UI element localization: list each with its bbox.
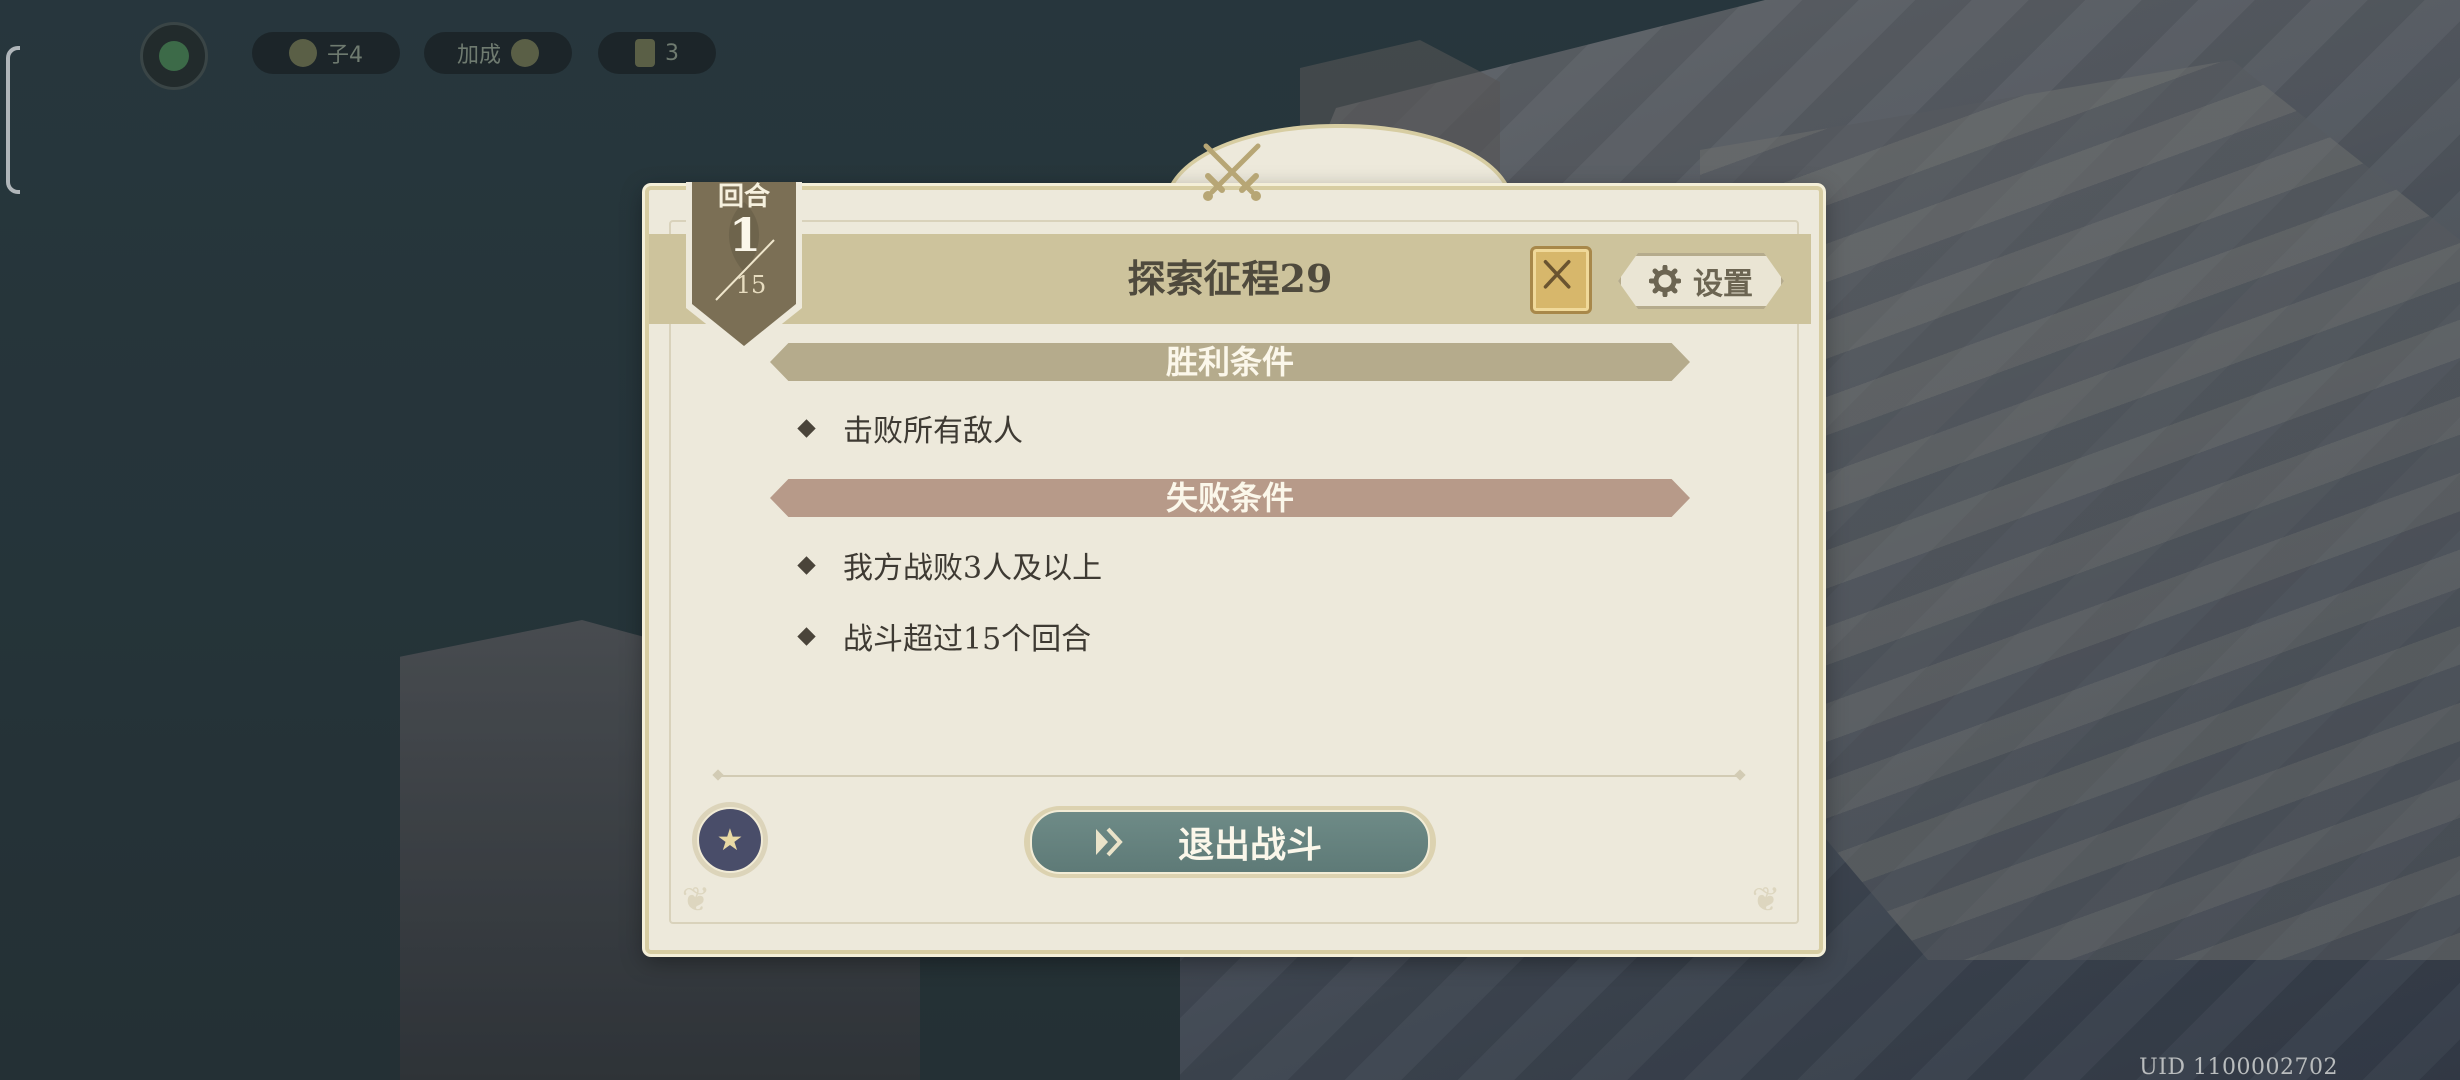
- crossed-swords-icon: [1203, 143, 1261, 201]
- bullet-diamond-icon: [797, 626, 816, 646]
- stage-title: 探索征程29: [1127, 256, 1333, 301]
- hud-pill-b-label: 加成: [456, 43, 501, 68]
- settings-button[interactable]: 设置: [1618, 253, 1784, 309]
- hud-pill-c[interactable]: 3: [598, 32, 716, 74]
- player-avatar[interactable]: [140, 22, 208, 90]
- corner-ornament: ❦: [681, 880, 711, 920]
- bonus-icon: [511, 39, 539, 67]
- uid-label: UID 1100002702: [2139, 1055, 2338, 1080]
- defeat-conditions-header: 失败条件: [770, 479, 1690, 517]
- double-chevron-right-icon: [1096, 827, 1123, 857]
- settings-label: 设置: [1693, 267, 1753, 302]
- hud-pill-b[interactable]: 加成: [424, 32, 572, 74]
- hud-pill-a[interactable]: 子4: [252, 32, 400, 74]
- dialog-divider: [720, 775, 1740, 777]
- victory-condition-item: 击败所有敌人: [797, 406, 1023, 450]
- hud-pill-a-label: 子4: [327, 43, 363, 68]
- round-max: 15: [735, 271, 767, 299]
- defeat-condition-text: 战斗超过15个回合: [843, 622, 1092, 657]
- defeat-condition-item: 战斗超过15个回合: [797, 614, 1092, 658]
- exit-battle-button-face: 退出战斗: [1030, 810, 1430, 874]
- defeat-condition-item: 我方战败3人及以上: [797, 543, 1103, 587]
- corner-ornament: ❦: [1751, 880, 1781, 920]
- summon-skill-button[interactable]: ★: [692, 802, 768, 878]
- exit-battle-label: 退出战斗: [1177, 824, 1322, 866]
- star-summon-icon: ★: [697, 807, 763, 873]
- battle-book-icon: [1543, 260, 1571, 289]
- defeat-condition-text: 我方战败3人及以上: [843, 551, 1103, 586]
- round-current: 1: [728, 208, 761, 262]
- game-screen: 子4 加成 3 探索征程29 设置 回合 1 15 胜利条件 击败所有敌人 失败…: [0, 0, 2460, 1080]
- battle-book-button[interactable]: [1530, 246, 1592, 314]
- victory-conditions-header: 胜利条件: [770, 343, 1690, 381]
- side-menu-handle[interactable]: [6, 46, 20, 194]
- gear-icon: [1649, 265, 1681, 297]
- hourglass-icon: [635, 39, 655, 67]
- coin-icon: [289, 39, 317, 67]
- victory-condition-text: 击败所有敌人: [843, 414, 1023, 449]
- bullet-diamond-icon: [797, 555, 816, 575]
- avatar-icon: [159, 41, 189, 71]
- hud-pill-c-value: 3: [665, 40, 679, 66]
- exit-battle-button[interactable]: 退出战斗: [1024, 806, 1436, 878]
- bullet-diamond-icon: [797, 418, 816, 438]
